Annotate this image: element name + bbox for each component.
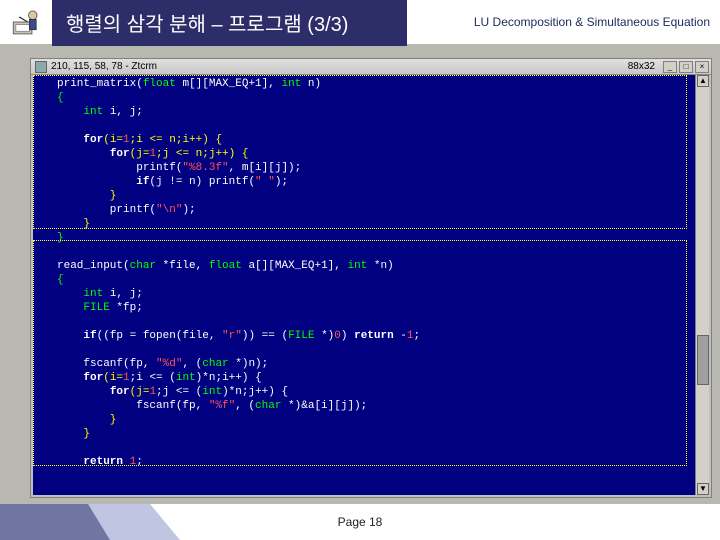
page-number: Page 18 [338,515,383,529]
slide-header: 행렬의 삼각 분해 – 프로그램 (3/3) LU Decomposition … [0,0,720,44]
code-text: print_matrix( [57,78,143,90]
window-app-icon [35,61,47,73]
code-editor: print_matrix(float m[][MAX_EQ+1], int n)… [33,75,697,495]
scroll-up-icon[interactable]: ▲ [697,75,709,87]
scroll-down-icon[interactable]: ▼ [697,483,709,495]
slide-title: 행렬의 삼각 분해 – 프로그램 (3/3) [52,0,407,46]
scroll-thumb[interactable] [697,335,709,385]
code-window: 210, 115, 58, 78 - Ztcrm 88x32 _ □ × pri… [30,58,712,498]
slide-footer: Page 18 [0,504,720,540]
slide-subtitle: LU Decomposition & Simultaneous Equation [407,15,720,29]
highlight-box-2 [33,240,687,466]
footer-decoration-2 [0,504,110,540]
presenter-icon [0,0,52,44]
vertical-scrollbar[interactable]: ▲ ▼ [695,75,709,495]
window-dimensions: 88x32 [628,61,655,72]
close-button[interactable]: × [695,61,709,73]
minimize-button[interactable]: _ [663,61,677,73]
window-title: 210, 115, 58, 78 - Ztcrm [51,61,157,72]
window-titlebar: 210, 115, 58, 78 - Ztcrm 88x32 _ □ × [31,59,711,75]
maximize-button[interactable]: □ [679,61,693,73]
